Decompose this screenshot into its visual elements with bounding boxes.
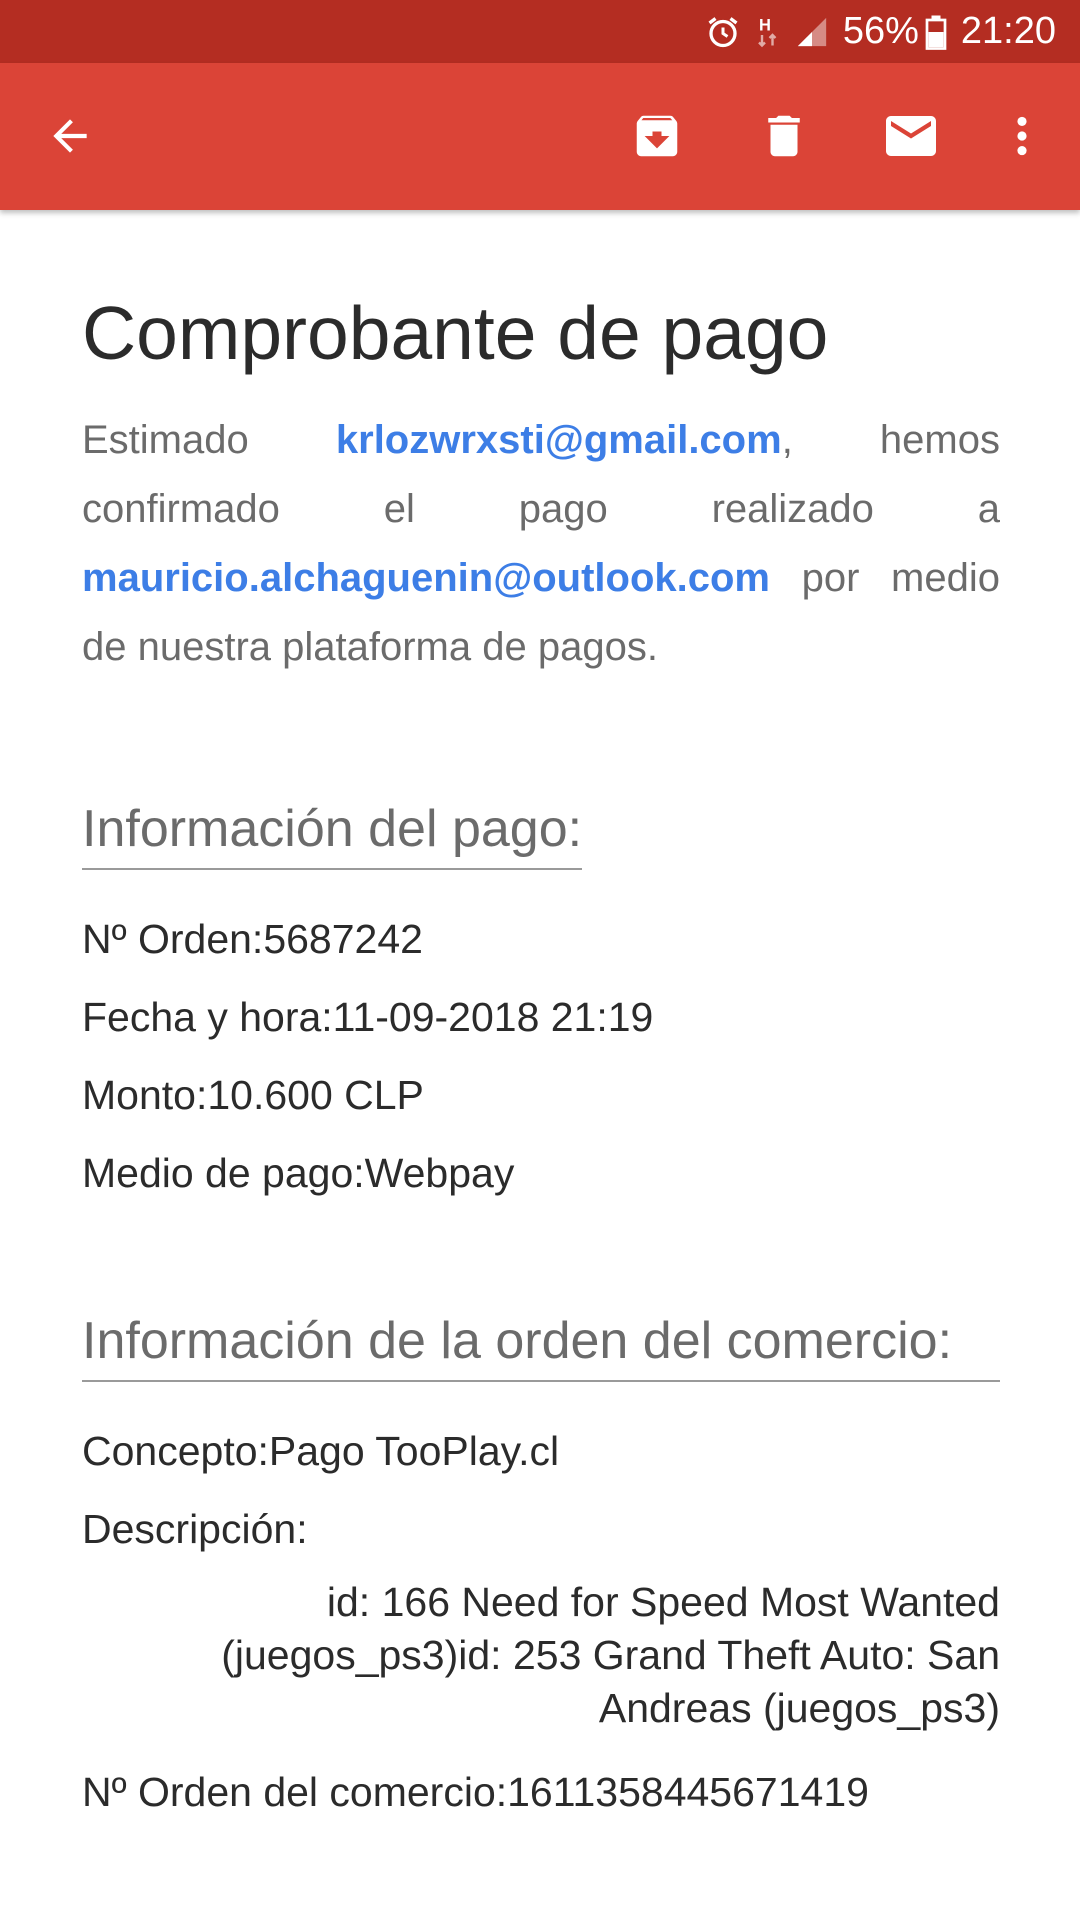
order-number: Nº Orden:5687242 <box>82 916 423 962</box>
archive-icon <box>636 115 678 157</box>
description-line-3: Andreas (juegos_ps3) <box>598 1685 1000 1731</box>
svg-text:H: H <box>759 16 771 34</box>
archive-button[interactable] <box>612 91 702 181</box>
back-button[interactable] <box>25 91 115 181</box>
mark-unread-icon <box>886 116 936 156</box>
clock-time: 21:20 <box>960 10 1056 52</box>
delete-icon <box>768 115 800 157</box>
description-line-1: id: 166 Need for Speed Most Wanted <box>326 1579 1000 1625</box>
more-vert-icon <box>1017 116 1027 156</box>
merchant-email-link[interactable]: mauricio.alchaguenin@outlook.com <box>82 556 770 600</box>
mark-unread-button[interactable] <box>866 91 956 181</box>
signal-icon <box>795 15 829 49</box>
payment-amount: Monto:10.600 CLP <box>82 1072 424 1118</box>
description-label: Descripción: <box>82 1506 308 1552</box>
email-title: Comprobante de pago <box>82 291 829 375</box>
payment-datetime: Fecha y hora:11-09-2018 21:19 <box>82 994 654 1040</box>
app-bar <box>0 63 1080 210</box>
more-options-button[interactable] <box>977 91 1067 181</box>
payment-method: Medio de pago:Webpay <box>82 1150 515 1196</box>
intro-paragraph: Estimado krlozwrxsti@gmail.com, hemos co… <box>82 406 1000 682</box>
merchant-order-number: Nº Orden del comercio:1611358445671419 <box>82 1769 869 1815</box>
status-bar: H 56% 21:20 <box>0 0 1080 63</box>
order-info-list: Concepto:Pago TooPlay.cl Descripción: id… <box>82 1412 1000 1831</box>
order-info-heading: Información de la orden del comercio: <box>82 1308 1000 1382</box>
data-transfer-icon: H <box>755 14 781 50</box>
email-body: Comprobante de pago Estimado krlozwrxsti… <box>82 210 1000 1831</box>
delete-button[interactable] <box>739 91 829 181</box>
description-value: id: 166 Need for Speed Most Wanted (jueg… <box>82 1576 1000 1735</box>
payment-info-heading: Información del pago: <box>82 796 583 870</box>
customer-email-link[interactable]: krlozwrxsti@gmail.com <box>336 418 782 462</box>
payment-info-list: Nº Orden:5687242 Fecha y hora:11-09-2018… <box>82 900 1000 1212</box>
alarm-icon <box>705 14 741 50</box>
battery-icon <box>925 14 947 50</box>
back-arrow-icon <box>53 119 87 153</box>
battery-percent: 56% <box>842 10 919 52</box>
order-concept: Concepto:Pago TooPlay.cl <box>82 1428 560 1474</box>
description-line-2: (juegos_ps3)id: 253 Grand Theft Auto: Sa… <box>221 1632 1000 1678</box>
intro-text-1: Estimado <box>82 418 336 462</box>
